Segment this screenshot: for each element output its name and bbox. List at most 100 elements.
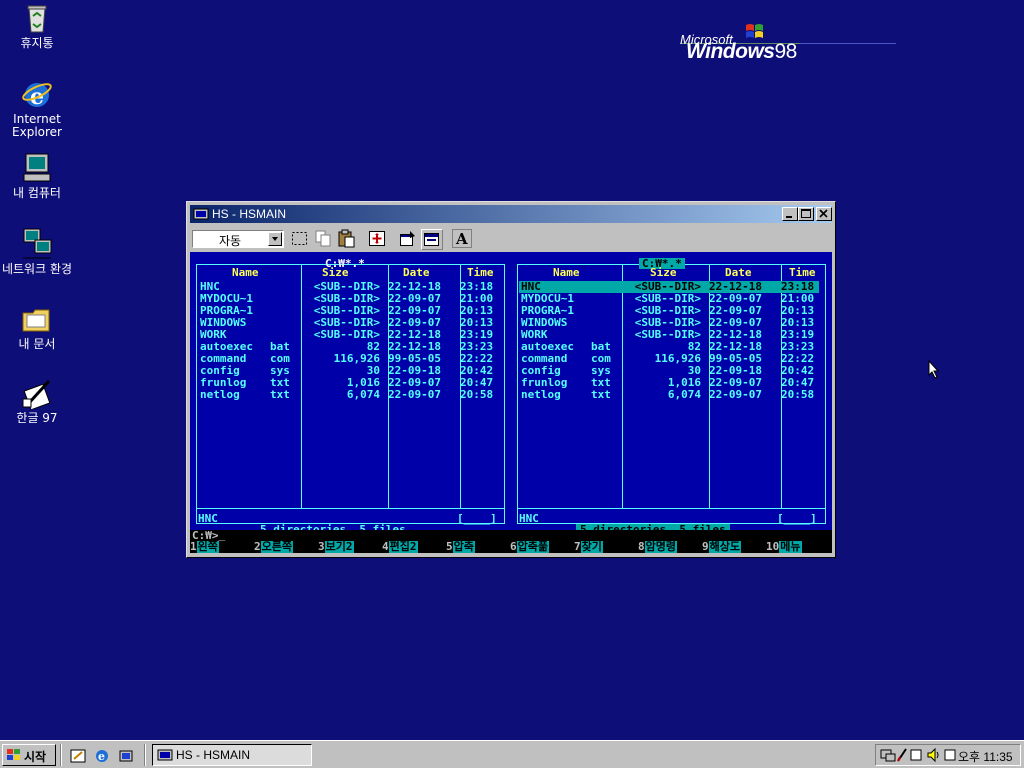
taskbar-button-hs-hsmain[interactable]: HS - HSMAIN	[152, 744, 312, 766]
select-marquee-icon	[292, 232, 307, 245]
logo-windows-word: Windows	[686, 40, 775, 63]
desktop-icon-hangul97[interactable]: 한글 97	[0, 377, 74, 425]
maximize-button[interactable]	[798, 207, 814, 221]
keyboard-layout-icon[interactable]	[944, 747, 956, 763]
properties-button[interactable]	[398, 229, 420, 250]
fullscreen-button[interactable]	[367, 229, 389, 250]
file-date: 22-09-07	[388, 388, 441, 401]
panel-divider	[197, 508, 504, 509]
header-time: Time	[467, 266, 494, 279]
header-size: Size	[322, 266, 349, 279]
paste-button[interactable]	[336, 229, 358, 250]
copy-button[interactable]	[313, 229, 335, 250]
mark-tool-button[interactable]	[290, 229, 312, 250]
header-size: Size	[650, 266, 677, 279]
header-date: Date	[725, 266, 752, 279]
volume-icon[interactable]	[926, 747, 942, 763]
desktop-icon-network[interactable]: 네트워크 환경	[0, 228, 74, 276]
minimize-icon	[786, 216, 792, 218]
clock[interactable]: 오후 11:35	[958, 748, 1013, 765]
fullscreen-icon	[369, 231, 385, 246]
chevron-down-icon	[272, 237, 278, 241]
left-status-box: [____]	[457, 512, 497, 525]
font-size-select[interactable]: 자동	[192, 230, 284, 248]
desktop-icon-label: 내 컴퓨터	[13, 186, 61, 200]
file-row[interactable]: command com 116,926 99-05-05 22:22	[198, 353, 498, 365]
taskbar-separator	[144, 744, 146, 766]
svg-text:A: A	[455, 230, 468, 248]
taskbar-separator	[60, 744, 62, 766]
taskbar: 시작 e HS - HSMAIN 오후 11:35	[0, 740, 1024, 768]
network-tray-icon[interactable]	[880, 747, 896, 763]
file-time: 20:58	[460, 388, 494, 401]
internet-explorer-icon[interactable]: e	[94, 748, 110, 764]
maximize-icon	[801, 209, 811, 218]
header-time: Time	[789, 266, 816, 279]
mouse-cursor-icon	[928, 360, 940, 379]
function-key-label: 압축	[452, 540, 475, 553]
file-name: netlog	[521, 388, 561, 401]
channels-icon[interactable]	[118, 748, 134, 764]
left-file-panel[interactable]: C:₩*.* Name Size Date Time HNC <SUB--DIR>…	[194, 258, 507, 536]
function-key-2[interactable]: 2오른쪽	[254, 541, 293, 553]
hs-main-window[interactable]: HS - HSMAIN 자동 A C:₩*.* Name Size Date T…	[186, 201, 836, 558]
function-key-label: 암명령	[644, 540, 677, 553]
window-titlebar[interactable]: HS - HSMAIN	[190, 205, 832, 223]
function-key-number: 7	[574, 540, 581, 553]
recycle-bin-icon	[21, 2, 53, 34]
desktop-icon-recycle-bin[interactable]: 휴지통	[0, 2, 74, 50]
taskbar-button-label: HS - HSMAIN	[176, 748, 251, 762]
right-file-panel[interactable]: C:₩*.* Name Size Date Time HNC <SUB--DIR>…	[515, 258, 828, 536]
function-key-1[interactable]: 1왼쪽	[190, 541, 219, 553]
file-row[interactable]: command com 116,926 99-05-05 22:22	[519, 353, 819, 365]
desktop-icon-label: 휴지통	[20, 36, 54, 50]
function-key-number: 4	[382, 540, 389, 553]
window-title: HS - HSMAIN	[212, 207, 287, 221]
desktop-icon-my-documents[interactable]: 내 문서	[0, 303, 74, 351]
function-key-4[interactable]: 4편집2	[382, 541, 418, 553]
function-key-9[interactable]: 9해상도	[702, 541, 741, 553]
function-key-6[interactable]: 6압축풂	[510, 541, 549, 553]
file-time: 20:58	[781, 388, 815, 401]
background-button[interactable]	[421, 229, 443, 250]
dropdown-arrow-button[interactable]	[268, 232, 282, 246]
file-row[interactable]: netlog txt 6,074 22-09-07 20:58	[519, 389, 819, 401]
copy-icon	[315, 230, 331, 247]
show-desktop-icon[interactable]	[70, 748, 86, 764]
function-key-3[interactable]: 3보기2	[318, 541, 354, 553]
internet-explorer-icon: e	[21, 78, 53, 110]
start-button[interactable]: 시작	[2, 744, 56, 766]
file-size: 6,074	[346, 388, 380, 401]
right-status-box: [____]	[777, 512, 817, 525]
file-row[interactable]: netlog txt 6,074 22-09-07 20:58	[198, 389, 498, 401]
window-icon	[424, 233, 439, 246]
ime-tray-icon[interactable]	[910, 747, 924, 763]
font-button[interactable]: A	[452, 229, 474, 250]
function-key-label: 압축풂	[516, 540, 549, 553]
minimize-button[interactable]	[782, 207, 798, 221]
function-key-number: 8	[638, 540, 645, 553]
function-key-label: 오른쪽	[260, 540, 293, 553]
desktop-icon-label: 한글 97	[16, 411, 58, 425]
function-key-8[interactable]: 8암명령	[638, 541, 677, 553]
pen-tray-icon[interactable]	[896, 747, 908, 763]
desktop-icon-internet-explorer[interactable]: e Internet Explorer	[0, 78, 74, 139]
function-key-7[interactable]: 7찾기	[574, 541, 603, 553]
logo-windows-text: Windows98	[686, 40, 797, 64]
terminal-screen[interactable]: C:₩*.* Name Size Date Time HNC <SUB--DIR>…	[190, 252, 832, 553]
hs-app-icon	[157, 749, 173, 761]
windows-flag-icon	[7, 749, 20, 760]
function-key-10[interactable]: 10메뉴	[766, 541, 802, 553]
function-key-number: 9	[702, 540, 709, 553]
function-key-number: 3	[318, 540, 325, 553]
hs-app-icon	[193, 208, 209, 220]
paste-icon	[338, 229, 355, 248]
function-key-5[interactable]: 5압축	[446, 541, 475, 553]
desktop-icon-my-computer[interactable]: 내 컴퓨터	[0, 152, 74, 200]
function-key-number: 10	[766, 540, 780, 553]
function-key-label: 편집2	[388, 540, 418, 553]
font-icon: A	[452, 229, 472, 248]
font-size-select-value: 자동	[219, 234, 242, 248]
close-button[interactable]	[816, 207, 832, 221]
function-key-bar: 1왼쪽 2오른쪽 3보기2 4편집2 5압축 6압축풂 7찾기 8암명령 9해상도 10메뉴	[190, 541, 832, 553]
